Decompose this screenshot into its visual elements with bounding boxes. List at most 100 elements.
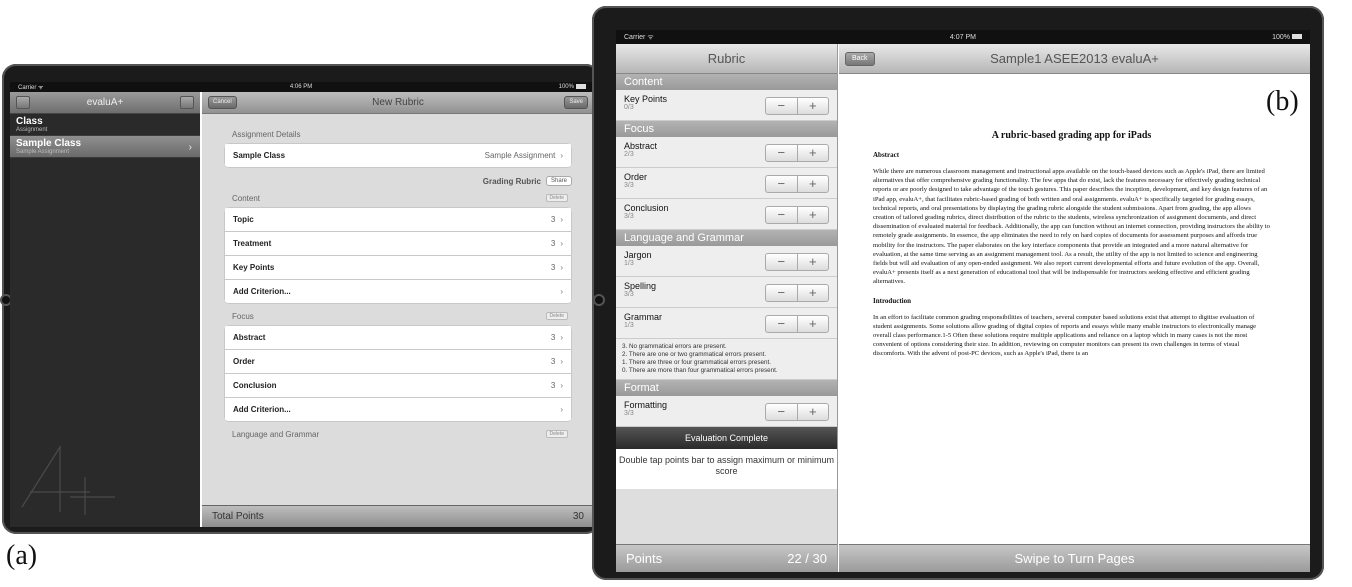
intro-heading: Introduction — [873, 296, 911, 305]
list-item-class[interactable]: Class Assignment — [10, 114, 200, 136]
plus-button[interactable]: + — [798, 404, 829, 420]
minus-button[interactable]: − — [766, 404, 798, 420]
criterion-row[interactable]: Conclusion 3 › — [224, 373, 572, 397]
menu-button[interactable] — [16, 96, 30, 109]
home-button-b[interactable] — [593, 294, 605, 306]
group-header: Focus Delete — [232, 312, 572, 321]
criterion-label: Treatment — [233, 239, 272, 248]
total-points-value: 30 — [572, 511, 584, 522]
criterion-row[interactable]: Abstract 3 › — [224, 325, 572, 349]
criterion-points: 3 — [550, 263, 556, 272]
criterion-value-wrap: 3 › — [551, 239, 563, 248]
rubric-title: Rubric — [707, 51, 746, 66]
section-header: Format — [616, 380, 837, 396]
criterion-row[interactable]: Add Criterion... › — [224, 279, 572, 303]
chevron-right-icon: › — [560, 239, 563, 248]
criterion-label: Add Criterion... — [233, 405, 291, 414]
criterion-row: Spelling 3/3− + — [616, 277, 837, 308]
status-bar-a: Carrier ᯤ 4:06 PM 100% — [10, 82, 594, 92]
criterion-row: Jargon 1/3− + — [616, 246, 837, 277]
save-button[interactable]: Save — [564, 96, 588, 109]
group-header: Content Delete — [232, 194, 572, 203]
chevron-right-icon: › — [560, 287, 563, 296]
criterion-row[interactable]: Order 3 › — [224, 349, 572, 373]
minus-button[interactable]: − — [766, 285, 798, 301]
grammar-note: 0. There are more than four grammatical … — [622, 367, 778, 374]
criterion-row: Formatting 3/3− + — [616, 396, 837, 427]
rubric-form: Assignment Details Sample Class Sample A… — [202, 114, 594, 484]
total-points-label: Total Points — [212, 511, 264, 522]
assignment-row[interactable]: Sample Class Sample Assignment › — [224, 143, 572, 167]
criterion-points: 3 — [550, 381, 556, 390]
criterion-value-wrap: 3 › — [551, 333, 563, 342]
battery-label: 100% — [1272, 33, 1290, 41]
score-stepper[interactable]: − + — [765, 315, 829, 333]
group-header: Language and Grammar Delete — [232, 430, 572, 439]
plus-button[interactable]: + — [798, 98, 829, 114]
criterion-value-wrap: › — [555, 405, 563, 414]
group-title: Focus — [232, 312, 254, 321]
evaluation-complete-button[interactable]: Evaluation Complete — [616, 427, 837, 449]
plus-button[interactable]: + — [798, 207, 829, 223]
chevron-right-icon: › — [560, 381, 563, 390]
score-stepper[interactable]: − + — [765, 284, 829, 302]
minus-button[interactable]: − — [766, 176, 798, 192]
points-bar[interactable]: Points 22 / 30 — [616, 544, 837, 572]
minus-button[interactable]: − — [766, 316, 798, 332]
delete-button[interactable]: Delete — [545, 194, 568, 202]
chevron-right-icon: › — [188, 142, 192, 153]
rubric-navbar: Rubric — [616, 44, 837, 74]
screen-a: Carrier ᯤ 4:06 PM 100% evaluA+ Class Ass… — [10, 82, 594, 527]
minus-button[interactable]: − — [766, 207, 798, 223]
score-stepper[interactable]: − + — [765, 403, 829, 421]
minus-button[interactable]: − — [766, 145, 798, 161]
criterion-label: Order — [233, 357, 255, 366]
criterion-label: Conclusion — [233, 381, 277, 390]
score-stepper[interactable]: − + — [765, 175, 829, 193]
ipad-a-frame: Carrier ᯤ 4:06 PM 100% evaluA+ Class Ass… — [0, 64, 600, 534]
criteria-groups: Content Delete Topic 3 › Treatment 3 › Key Point… — [224, 194, 572, 439]
list-item-subtitle: Assignment — [16, 127, 48, 133]
share-button[interactable]: Share — [545, 176, 572, 186]
section-header: Language and Grammar — [616, 230, 837, 246]
score-stepper[interactable]: − + — [765, 253, 829, 271]
minus-button[interactable]: − — [766, 98, 798, 114]
list-item-sample-class[interactable]: Sample Class Sample Assignment › — [10, 136, 200, 158]
criterion-row[interactable]: Treatment 3 › — [224, 231, 572, 255]
main-a-navbar: Cancel New Rubric Save — [202, 92, 594, 114]
chevron-right-icon: › — [560, 357, 563, 366]
score-stepper[interactable]: − + — [765, 206, 829, 224]
criteria-list: Abstract 3 › Order 3 › Conclusion 3 › Add Criteri… — [224, 325, 572, 422]
criterion-row[interactable]: Topic 3 › — [224, 207, 572, 231]
minus-button[interactable]: − — [766, 254, 798, 270]
cancel-button[interactable]: Cancel — [208, 96, 237, 109]
carrier-label: Carrier ᯤ — [624, 33, 654, 41]
criterion-row[interactable]: Add Criterion... › — [224, 397, 572, 421]
back-button[interactable]: Back — [845, 52, 875, 66]
rubric-sidebar: Rubric Content Key Points 0/3− + Focus Abstra… — [616, 44, 838, 572]
criterion-label: Add Criterion... — [233, 287, 291, 296]
delete-button[interactable]: Delete — [545, 312, 568, 320]
plus-button[interactable]: + — [798, 285, 829, 301]
plus-button[interactable]: + — [798, 254, 829, 270]
main-a: Cancel New Rubric Save Assignment Detail… — [202, 92, 594, 527]
score-stepper[interactable]: − + — [765, 97, 829, 115]
clock: 4:07 PM — [949, 33, 976, 41]
list-item-title: Class — [16, 116, 43, 127]
plus-button[interactable]: + — [798, 145, 829, 161]
swipe-bar[interactable]: Swipe to Turn Pages — [839, 544, 1310, 572]
a-plus-logo-watermark — [21, 444, 115, 515]
document-page[interactable]: A rubric-based grading app for iPads Abs… — [873, 86, 1270, 540]
plus-button[interactable]: + — [798, 176, 829, 192]
add-button[interactable] — [180, 96, 194, 109]
grammar-note: 2. There are one or two grammatical erro… — [622, 351, 767, 358]
abstract-text: While there are numerous classroom manag… — [873, 168, 1270, 286]
score-stepper[interactable]: − + — [765, 144, 829, 162]
criterion-value-wrap: 3 › — [551, 357, 563, 366]
plus-button[interactable]: + — [798, 316, 829, 332]
criterion-row[interactable]: Key Points 3 › — [224, 255, 572, 279]
figure-label-a: (a) — [6, 540, 38, 571]
section-header: Assignment Details — [232, 130, 301, 139]
delete-button[interactable]: Delete — [545, 430, 568, 438]
section-header: Content — [616, 74, 837, 90]
